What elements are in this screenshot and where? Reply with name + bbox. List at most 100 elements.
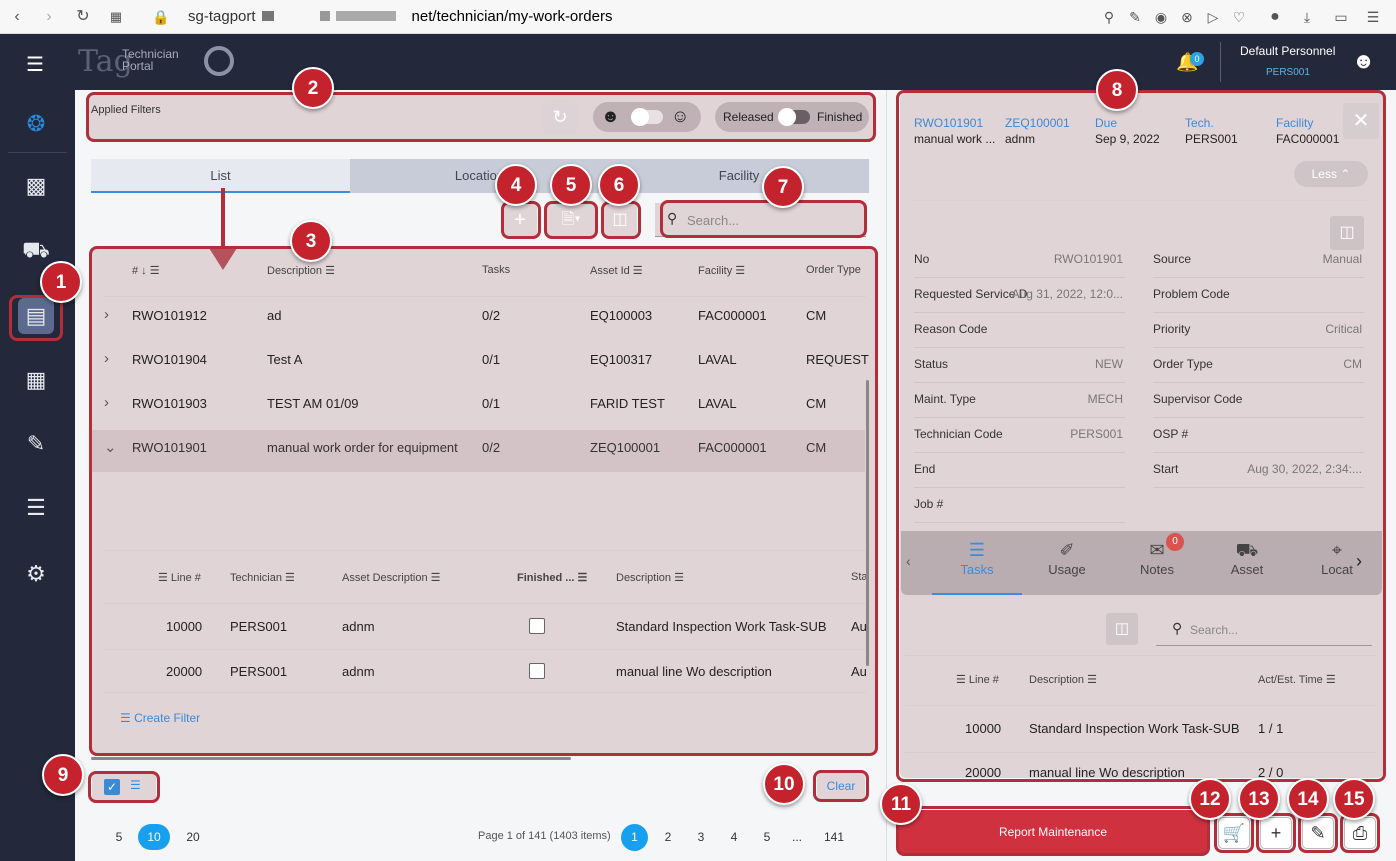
profile-icon[interactable]: ● <box>1264 6 1286 28</box>
heart-icon[interactable]: ♡ <box>1228 6 1250 28</box>
reports-icon[interactable]: ☰ <box>18 490 54 526</box>
summary-label[interactable]: RWO101901 <box>914 116 983 130</box>
browser-toolbar: ‹ › ↻ ▦ 🔒 sg-tagport net/technician/my-wo… <box>0 0 1396 34</box>
detail-field: Status NEW <box>914 357 1125 383</box>
usage-icon: ✐ <box>1059 540 1075 560</box>
page-2[interactable]: 2 <box>655 824 681 850</box>
detail-tab-label: Usage <box>1048 562 1086 577</box>
callout-badge-5: 5 <box>550 164 592 206</box>
task-col-time[interactable]: Act/Est. Time ☰ <box>1258 673 1336 686</box>
task-cell-time: 1 / 1 <box>1258 721 1284 736</box>
calendar-icon[interactable]: ▦ <box>18 362 54 398</box>
vertical-scrollbar[interactable] <box>866 380 869 666</box>
col-header-description-label: Description <box>267 265 323 277</box>
detail-tab-tasks[interactable]: ☰ Tasks <box>942 540 1012 577</box>
summary-label[interactable]: ZEQ100001 <box>1005 116 1070 130</box>
close-circle-icon[interactable]: ⊗ <box>1176 6 1198 28</box>
detail-tab-location[interactable]: ⌖ Locat <box>1302 540 1372 577</box>
detail-field-label: Technician Code <box>914 427 1003 441</box>
col-header-facility[interactable]: Facility ☰ <box>698 264 745 277</box>
settings-icon[interactable]: ⚙ <box>18 556 54 592</box>
page-5[interactable]: 5 <box>754 824 780 850</box>
detail-tab-label: Locat <box>1321 562 1353 577</box>
sub-col-asset-description[interactable]: Asset Description ☰ <box>342 571 441 584</box>
sub-col-asset-description-label: Asset Description <box>342 572 428 584</box>
task-col-line[interactable]: ☰ Line # <box>956 673 999 686</box>
reload-icon[interactable]: ↻ <box>72 6 94 28</box>
page-3[interactable]: 3 <box>688 824 714 850</box>
task-search-box[interactable]: ⚲ Search... <box>1156 612 1372 646</box>
user-icon[interactable]: ☻ <box>1352 48 1375 74</box>
columns-icon[interactable]: ◫ <box>1330 216 1364 250</box>
col-header-tasks[interactable]: Tasks <box>482 264 510 276</box>
address-bar[interactable]: sg-tagport net/technician/my-work-orders <box>188 8 612 25</box>
detail-field-label: Order Type <box>1153 357 1213 371</box>
sub-col-description[interactable]: Description ☰ <box>616 571 684 584</box>
sub-col-technician-label: Technician <box>230 572 282 584</box>
less-button[interactable]: Less ⌃ <box>1294 161 1368 187</box>
horizontal-scrollbar[interactable] <box>91 757 571 760</box>
camera-icon[interactable]: ◉ <box>1150 6 1172 28</box>
forward-icon[interactable]: › <box>38 6 60 28</box>
back-icon[interactable]: ‹ <box>6 6 28 28</box>
callout-badge-10: 10 <box>763 763 805 805</box>
page-size-20[interactable]: 20 <box>180 824 206 850</box>
cell-number: RWO101904 <box>132 352 207 367</box>
hamburger-icon[interactable]: ☰ <box>26 52 44 77</box>
page-size-5[interactable]: 5 <box>106 824 132 850</box>
menu-icon[interactable]: ☰ <box>1362 6 1384 28</box>
page-4[interactable]: 4 <box>721 824 747 850</box>
col-header-number[interactable]: # ↓ ☰ <box>132 264 160 277</box>
task-columns-button[interactable]: ◫ <box>1106 613 1138 645</box>
close-panel-button[interactable]: ✕ <box>1343 103 1379 139</box>
expand-row-icon[interactable]: › <box>104 306 109 323</box>
col-header-description[interactable]: Description ☰ <box>267 264 335 277</box>
sub-col-line[interactable]: ☰ Line # <box>158 571 201 584</box>
expand-row-icon[interactable]: › <box>104 350 109 367</box>
detail-tab-asset[interactable]: ⛟ Asset <box>1212 540 1282 577</box>
detail-field-label: End <box>914 462 936 476</box>
col-header-asset[interactable]: Asset Id ☰ <box>590 264 643 277</box>
sub-col-finished[interactable]: Finished ... ☰ <box>517 571 587 584</box>
zoom-icon[interactable]: ⚲ <box>1098 6 1120 28</box>
cell-order-type: REQUEST <box>806 352 869 367</box>
expand-row-icon[interactable]: › <box>104 394 109 411</box>
create-filter-label: Create Filter <box>134 711 201 725</box>
task-col-description[interactable]: Description ☰ <box>1029 673 1097 686</box>
clipboard-icon[interactable]: ✎ <box>18 426 54 462</box>
sub-col-line-label: Line # <box>170 572 201 584</box>
edit-icon[interactable]: ✎ <box>1124 6 1146 28</box>
tab-facility[interactable]: Facility <box>609 159 869 193</box>
finished-checkbox[interactable] <box>529 663 545 679</box>
page-size-10[interactable]: 10 <box>138 824 170 850</box>
apps-icon[interactable]: ▦ <box>105 6 127 28</box>
finished-checkbox[interactable] <box>529 618 545 634</box>
callout-box-4 <box>501 201 541 239</box>
detail-field: Technician Code PERS001 <box>914 427 1125 453</box>
summary-value: manual work ... <box>914 132 996 146</box>
detail-field-value: CM <box>1343 357 1362 371</box>
sidebar-logo-icon[interactable]: ❂ <box>18 106 54 142</box>
detail-field-label: Status <box>914 357 949 371</box>
forklift-icon[interactable]: ⛟ <box>18 232 54 268</box>
user-code: PERS001 <box>1266 67 1310 78</box>
cell-order-type: CM <box>806 396 827 411</box>
sub-cell-status: Au <box>851 619 866 634</box>
cell-number: RWO101912 <box>132 308 207 323</box>
send-icon[interactable]: ▷ <box>1202 6 1224 28</box>
detail-field-value: Manual <box>1322 252 1362 266</box>
page-last[interactable]: 141 <box>818 824 850 850</box>
page-1[interactable]: 1 <box>621 824 648 851</box>
col-header-order-type[interactable]: Order Type <box>806 264 866 276</box>
dashboard-icon[interactable]: ▩ <box>18 168 54 204</box>
callout-badge-4: 4 <box>495 164 537 206</box>
tab-scroll-left-icon[interactable]: ‹ <box>906 553 911 569</box>
detail-field-value: PERS001 <box>1070 427 1123 441</box>
detail-field: End <box>914 462 1125 488</box>
sub-col-technician[interactable]: Technician ☰ <box>230 571 295 584</box>
create-filter-link[interactable]: ☰ Create Filter <box>120 711 200 725</box>
cell-tasks: 0/1 <box>482 352 501 367</box>
detail-tab-usage[interactable]: ✐ Usage <box>1032 540 1102 577</box>
battery-icon: ▭ <box>1334 9 1348 25</box>
download-icon[interactable]: ⤓ <box>1296 6 1318 28</box>
